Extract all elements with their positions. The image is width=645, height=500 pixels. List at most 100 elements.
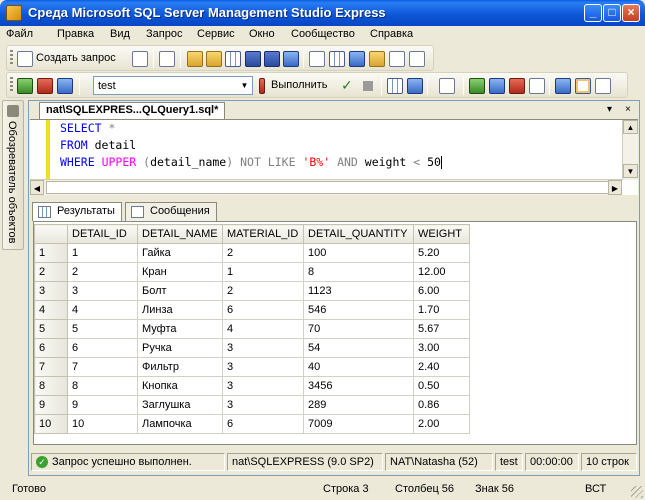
tab-query-document[interactable]: nat\SQLEXPRES...QLQuery1.sql* [39,102,226,119]
close-document-button[interactable]: × [625,104,631,115]
results-to-grid-icon[interactable] [575,78,591,94]
cancel-query-icon[interactable] [363,81,373,91]
pin-icon[interactable] [7,105,19,117]
table-cell[interactable]: 10 [67,414,138,434]
table-row[interactable]: 4 4 Линза 6 546 1.70 [34,300,470,320]
table-cell[interactable]: Лампочка [137,414,223,434]
row-number[interactable]: 3 [34,281,68,301]
toolbar-options-icon[interactable] [409,51,425,67]
change-connection-icon[interactable] [57,78,73,94]
column-header[interactable]: DETAIL_QUANTITY [303,224,414,244]
table-cell[interactable]: 3 [222,338,304,358]
tab-messages[interactable]: Сообщения [125,202,217,221]
document-list-button[interactable]: ▾ [607,104,612,115]
menu-community[interactable]: Сообщество [291,28,355,40]
table-cell[interactable]: 6 [222,300,304,320]
menu-query[interactable]: Запрос [146,28,182,40]
menu-file[interactable]: Файл [6,28,33,40]
table-cell[interactable]: Ручка [137,338,223,358]
table-cell[interactable]: 3456 [303,376,414,396]
specify-template-values-icon[interactable] [439,78,455,94]
execute-button[interactable]: Выполнить [271,79,327,91]
table-cell[interactable]: Заглушка [137,395,223,415]
registered-servers-icon[interactable] [309,51,325,67]
query-designer-icon[interactable] [407,78,423,94]
table-cell[interactable]: 6 [222,414,304,434]
query-text[interactable]: SELECT * FROM detail WHERE UPPER (detail_n… [60,120,442,171]
table-cell[interactable]: 1 [222,262,304,282]
table-row[interactable]: 1 1 Гайка 2 100 5.20 [34,243,470,263]
table-cell[interactable]: Муфта [137,319,223,339]
tab-results[interactable]: Результаты [32,202,122,221]
table-cell[interactable]: 3 [222,357,304,377]
column-header[interactable]: DETAIL_NAME [137,224,223,244]
table-cell[interactable]: 4 [222,319,304,339]
scroll-thumb[interactable] [46,181,616,194]
table-cell[interactable]: Гайка [137,243,223,263]
table-cell[interactable]: Фильтр [137,357,223,377]
row-number[interactable]: 9 [34,395,68,415]
table-cell[interactable]: 6.00 [413,281,470,301]
table-cell[interactable]: 100 [303,243,414,263]
disconnect-icon[interactable] [37,78,53,94]
toolbar-grip[interactable] [10,77,13,93]
save-icon[interactable] [245,51,261,67]
editor-vertical-scrollbar[interactable]: ▲ ▼ [622,120,638,180]
connect-icon[interactable] [17,78,33,94]
row-number-header[interactable] [34,224,68,244]
database-select[interactable]: test ▼ [93,76,253,95]
open-table-icon[interactable] [225,51,241,67]
row-number[interactable]: 10 [34,414,68,434]
table-cell[interactable]: 6 [67,338,138,358]
table-row[interactable]: 8 8 Кнопка 3 3456 0.50 [34,376,470,396]
table-cell[interactable]: 5.67 [413,319,470,339]
table-row[interactable]: 6 6 Ручка 3 54 3.00 [34,338,470,358]
object-explorer-tab[interactable]: Обозреватель объектов [2,100,24,250]
close-button[interactable]: × [622,4,640,22]
template-explorer-icon[interactable] [349,51,365,67]
properties-icon[interactable] [389,51,405,67]
table-cell[interactable]: 289 [303,395,414,415]
row-number[interactable]: 4 [34,300,68,320]
table-cell[interactable]: 5.20 [413,243,470,263]
table-row[interactable]: 7 7 Фильтр 3 40 2.40 [34,357,470,377]
query-line[interactable]: WHERE UPPER (detail_name) NOT LIKE 'B%' … [60,154,442,171]
row-number[interactable]: 2 [34,262,68,282]
table-cell[interactable]: 3.00 [413,338,470,358]
object-explorer-icon[interactable] [329,51,345,67]
column-header[interactable]: WEIGHT [413,224,470,244]
query-line[interactable]: SELECT * [60,120,442,137]
execute-icon[interactable] [259,78,265,94]
table-cell[interactable]: 4 [67,300,138,320]
menu-tools[interactable]: Сервис [197,28,235,40]
maximize-button[interactable]: □ [603,4,621,22]
table-cell[interactable]: 3 [222,395,304,415]
scroll-left-icon[interactable]: ◀ [30,180,44,195]
table-cell[interactable]: Линза [137,300,223,320]
row-number[interactable]: 8 [34,376,68,396]
table-row[interactable]: 3 3 Болт 2 1123 6.00 [34,281,470,301]
activity-monitor-icon[interactable] [283,51,299,67]
row-number[interactable]: 7 [34,357,68,377]
display-estimated-plan-icon[interactable] [387,78,403,94]
table-cell[interactable]: 1123 [303,281,414,301]
table-cell[interactable]: 7009 [303,414,414,434]
table-cell[interactable]: 2 [67,262,138,282]
new-query-icon[interactable] [17,51,33,67]
solution-explorer-icon[interactable] [369,51,385,67]
table-cell[interactable]: 2.00 [413,414,470,434]
scroll-up-icon[interactable]: ▲ [623,120,638,134]
table-cell[interactable]: 70 [303,319,414,339]
table-cell[interactable]: 8 [67,376,138,396]
row-number[interactable]: 1 [34,243,68,263]
results-to-file-icon[interactable] [529,78,545,94]
menu-help[interactable]: Справка [370,28,413,40]
toolbar-grip[interactable] [10,50,13,66]
new-file-icon[interactable] [132,51,148,67]
table-row[interactable]: 5 5 Муфта 4 70 5.67 [34,319,470,339]
table-cell[interactable]: Болт [137,281,223,301]
editor-horizontal-scrollbar[interactable]: ◀ ▶ [30,179,622,195]
results-table[interactable]: DETAIL_ID DETAIL_NAME MATERIAL_ID DETAIL… [34,224,470,434]
table-cell[interactable]: 7 [67,357,138,377]
table-row[interactable]: 10 10 Лампочка 6 7009 2.00 [34,414,470,434]
